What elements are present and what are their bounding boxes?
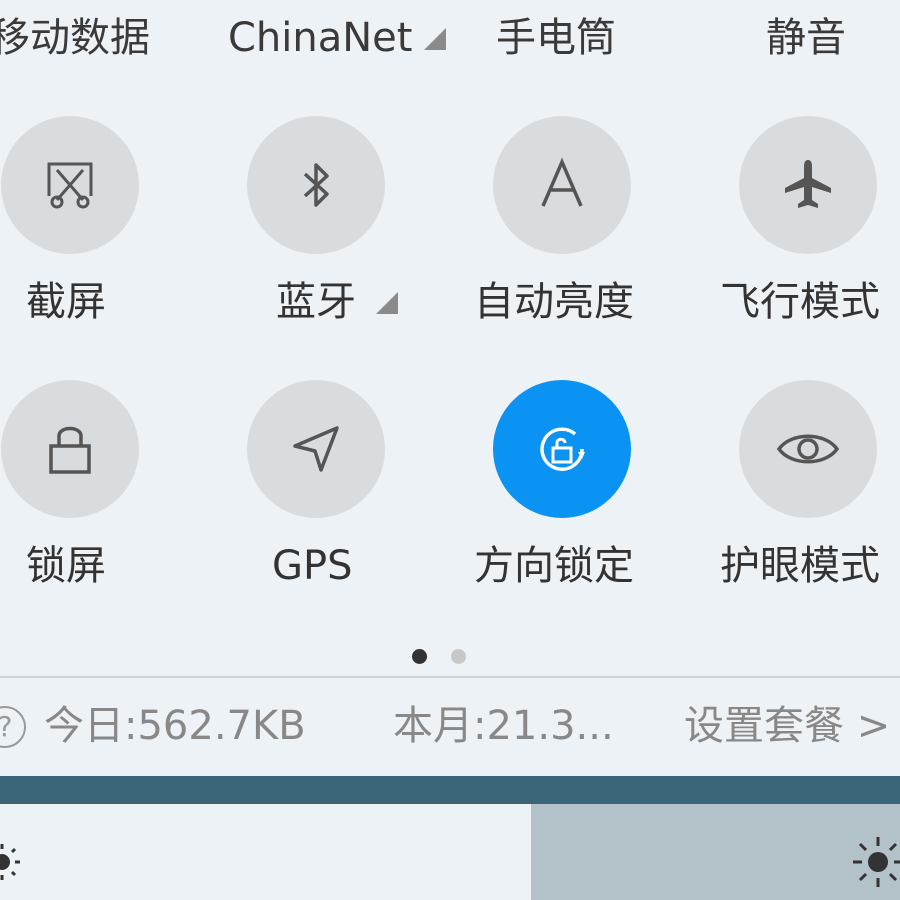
carrier-menu-indicator (424, 28, 446, 50)
help-icon[interactable]: ? (0, 706, 26, 748)
eye-comfort-label: 护眼模式 (720, 543, 880, 589)
top-toggle-row: 移动数据 ChinaNet 手电筒 静音 (0, 0, 900, 80)
gps-toggle[interactable] (247, 380, 385, 518)
airplane-label: 飞行模式 (720, 279, 880, 325)
carrier-name: ChinaNet (228, 15, 413, 61)
page-dot-2[interactable] (451, 649, 466, 664)
plan-settings-link[interactable]: 设置套餐 > (684, 700, 890, 752)
gps-label: GPS (272, 543, 353, 589)
bluetooth-menu-indicator[interactable] (376, 292, 398, 314)
screenshot-label: 截屏 (26, 279, 106, 325)
mute-label[interactable]: 静音 (766, 12, 846, 64)
usage-month: 本月:21.3... (393, 703, 614, 749)
eye-icon (776, 434, 840, 464)
rotation-lock-icon (540, 427, 585, 471)
screenshot-icon (47, 162, 93, 209)
divider (0, 676, 900, 678)
rotation-lock-toggle[interactable] (493, 380, 631, 518)
screenshot-toggle[interactable] (1, 116, 139, 254)
auto-brightness-toggle[interactable] (493, 116, 631, 254)
lock-icon (49, 426, 91, 474)
usage-today: 今日:562.7KB (44, 703, 306, 749)
mobile-data-label[interactable]: 移动数据 (0, 12, 150, 64)
brightness-low-icon (0, 844, 20, 880)
page-dot-1[interactable] (412, 649, 427, 664)
bluetooth-icon (303, 163, 329, 207)
bluetooth-toggle[interactable] (247, 116, 385, 254)
flashlight-label[interactable]: 手电筒 (496, 12, 616, 64)
panel-separator-band (0, 776, 900, 804)
rotation-lock-label: 方向锁定 (474, 543, 634, 589)
eye-comfort-toggle[interactable] (739, 380, 877, 518)
auto-brightness-label: 自动亮度 (474, 279, 634, 325)
brightness-high-icon (853, 837, 900, 887)
airplane-icon (785, 160, 831, 208)
auto-brightness-icon (541, 157, 583, 207)
page-indicator (0, 648, 900, 666)
airplane-toggle[interactable] (739, 116, 877, 254)
bluetooth-label: 蓝牙 (276, 279, 356, 325)
brightness-slider-fill[interactable] (531, 804, 900, 900)
carrier-label[interactable]: ChinaNet (228, 12, 416, 64)
lock-screen-toggle[interactable] (1, 380, 139, 518)
lock-screen-label: 锁屏 (26, 543, 106, 589)
gps-icon (293, 426, 339, 472)
